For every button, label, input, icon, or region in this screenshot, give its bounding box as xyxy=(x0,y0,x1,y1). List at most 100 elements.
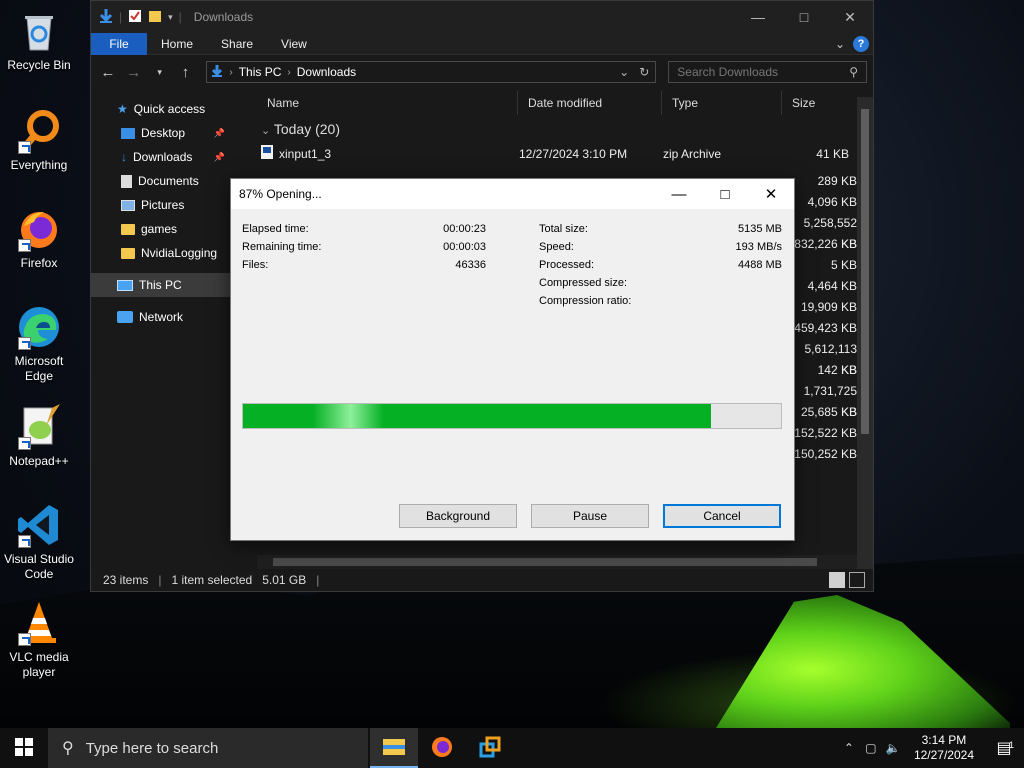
vertical-scrollbar[interactable] xyxy=(857,97,873,569)
taskbar-search-input[interactable]: ⚲ Type here to search xyxy=(48,728,368,768)
desktop-icon-firefox[interactable]: Firefox xyxy=(0,206,78,271)
help-icon[interactable]: ? xyxy=(853,35,869,52)
group-header-today[interactable]: ⌄ Today (20) xyxy=(257,115,855,143)
customize-toolbar-icon[interactable]: ▾ xyxy=(168,12,173,23)
dialog-title: 87% Opening... xyxy=(239,187,322,201)
desktop-icon-notepadpp[interactable]: Notepad++ xyxy=(0,404,78,469)
dialog-close-button[interactable]: ✕ xyxy=(748,179,794,209)
shortcut-arrow-icon xyxy=(18,239,31,252)
volume-muted-icon[interactable]: 🔈 xyxy=(882,741,904,755)
properties-icon[interactable] xyxy=(128,9,142,26)
files-value: 46336 xyxy=(455,259,486,271)
downloads-arrow-icon xyxy=(99,8,113,27)
search-input[interactable]: Search Downloads ⚲ xyxy=(668,61,867,83)
file-size: 25,685 KB xyxy=(800,405,857,419)
desktop-icon-everything[interactable]: Everything xyxy=(0,108,78,173)
shortcut-arrow-icon xyxy=(18,633,31,646)
desktop-icon-edge[interactable]: Microsoft Edge xyxy=(0,304,78,384)
breadcrumb-separator-icon: › xyxy=(287,66,291,78)
file-size: 4,464 KB xyxy=(807,279,857,293)
file-row[interactable]: xinput1_3 12/27/2024 3:10 PM zip Archive… xyxy=(257,143,855,164)
desktop-icon-recycle-bin[interactable]: Recycle Bin xyxy=(0,8,78,73)
notification-center-button[interactable]: ▤ 1 xyxy=(984,738,1024,758)
sidebar-item-documents[interactable]: Documents xyxy=(91,169,231,193)
up-arrow-icon[interactable]: ↑ xyxy=(175,61,197,83)
clock-date: 12/27/2024 xyxy=(913,748,974,762)
column-name[interactable]: Name xyxy=(257,91,518,115)
navigation-pane: ★ Quick access Desktop 📌 ↓ Downloads 📌 D… xyxy=(91,97,231,329)
address-bar[interactable]: › This PC › Downloads ⌄ ↻ xyxy=(206,61,657,83)
column-type[interactable]: Type xyxy=(662,91,782,115)
taskbar-app-firefox[interactable] xyxy=(418,728,466,768)
maximize-button[interactable]: □ xyxy=(781,1,827,33)
speed-value: 193 MB/s xyxy=(735,241,782,253)
file-size: 41 KB xyxy=(816,146,849,161)
everything-icon xyxy=(16,108,62,154)
folder-icon xyxy=(121,247,135,259)
desktop-icon-vscode[interactable]: Visual Studio Code xyxy=(0,502,78,582)
document-icon xyxy=(121,174,132,188)
sidebar-item-quick-access[interactable]: ★ Quick access xyxy=(91,97,231,121)
elapsed-label: Elapsed time: xyxy=(242,223,309,235)
background-button[interactable]: Background xyxy=(399,504,517,528)
expand-ribbon-icon[interactable]: ⌄ xyxy=(835,37,845,51)
start-button[interactable] xyxy=(0,728,48,768)
recent-locations-icon[interactable]: ▾ xyxy=(149,61,171,83)
search-icon: ⚲ xyxy=(62,740,74,757)
details-view-icon[interactable] xyxy=(829,572,845,588)
scrollbar-thumb[interactable] xyxy=(273,558,817,566)
clock[interactable]: 3:14 PM 12/27/2024 xyxy=(904,733,984,763)
taskbar-app-file-explorer[interactable] xyxy=(370,728,418,768)
file-size: 459,423 KB xyxy=(794,321,857,335)
firefox-icon xyxy=(16,206,62,252)
dialog-minimize-button[interactable]: — xyxy=(656,179,702,209)
status-bar: 23 items | 1 item selected 5.01 GB | xyxy=(91,569,873,591)
horizontal-scrollbar[interactable] xyxy=(257,555,857,569)
dialog-maximize-button[interactable]: □ xyxy=(702,179,748,209)
taskbar-app-extractor[interactable] xyxy=(466,728,514,768)
back-arrow-icon[interactable]: ← xyxy=(97,61,119,83)
file-size: 832,226 KB xyxy=(794,237,857,251)
column-date-modified[interactable]: Date modified xyxy=(518,91,662,115)
dialog-titlebar[interactable]: 87% Opening... — □ ✕ xyxy=(231,179,794,209)
tab-home[interactable]: Home xyxy=(147,33,207,55)
sidebar-item-network[interactable]: Network xyxy=(91,305,231,329)
minimize-button[interactable]: — xyxy=(735,1,781,33)
vlc-icon xyxy=(16,600,62,646)
shortcut-arrow-icon xyxy=(18,337,31,350)
cancel-button[interactable]: Cancel xyxy=(663,504,781,528)
search-icon: ⚲ xyxy=(849,65,858,79)
tab-view[interactable]: View xyxy=(267,33,321,55)
vscode-icon xyxy=(16,502,62,548)
refresh-icon[interactable]: ↻ xyxy=(639,65,649,79)
sidebar-item-this-pc[interactable]: This PC xyxy=(91,273,231,297)
explorer-titlebar[interactable]: | ▾ | Downloads — □ ✕ xyxy=(91,1,873,33)
file-size: 19,909 KB xyxy=(800,300,857,314)
pause-button[interactable]: Pause xyxy=(531,504,649,528)
desktop-icon-vlc[interactable]: VLC media player xyxy=(0,600,78,680)
scrollbar-thumb[interactable] xyxy=(861,109,869,434)
sidebar-item-nvidialogging[interactable]: NvidiaLogging xyxy=(91,241,231,265)
forward-arrow-icon[interactable]: → xyxy=(123,61,145,83)
sidebar-item-downloads[interactable]: ↓ Downloads 📌 xyxy=(91,145,231,169)
breadcrumb-downloads[interactable]: Downloads xyxy=(297,65,356,79)
file-type: zip Archive xyxy=(663,146,722,161)
tab-file[interactable]: File xyxy=(91,32,147,55)
sidebar-item-desktop[interactable]: Desktop 📌 xyxy=(91,121,231,145)
close-button[interactable]: ✕ xyxy=(827,1,873,33)
address-dropdown-icon[interactable]: ⌄ xyxy=(619,65,629,79)
show-hidden-icons-icon[interactable]: ⌃ xyxy=(838,741,860,755)
breadcrumb-this-pc[interactable]: This PC xyxy=(239,65,282,79)
column-size[interactable]: Size xyxy=(782,91,852,115)
sidebar-item-pictures[interactable]: Pictures xyxy=(91,193,231,217)
new-folder-icon[interactable] xyxy=(148,9,162,26)
tab-share[interactable]: Share xyxy=(207,33,267,55)
windows-logo-icon xyxy=(15,737,33,759)
selection-size: 5.01 GB xyxy=(262,573,307,587)
network-status-icon[interactable]: ▢ xyxy=(860,741,882,755)
file-date: 12/27/2024 3:10 PM xyxy=(519,146,628,161)
sidebar-item-games[interactable]: games xyxy=(91,217,231,241)
large-icons-view-icon[interactable] xyxy=(849,572,865,588)
window-title: Downloads xyxy=(193,10,254,24)
ribbon: File Home Share View ⌄ ? xyxy=(91,32,873,55)
